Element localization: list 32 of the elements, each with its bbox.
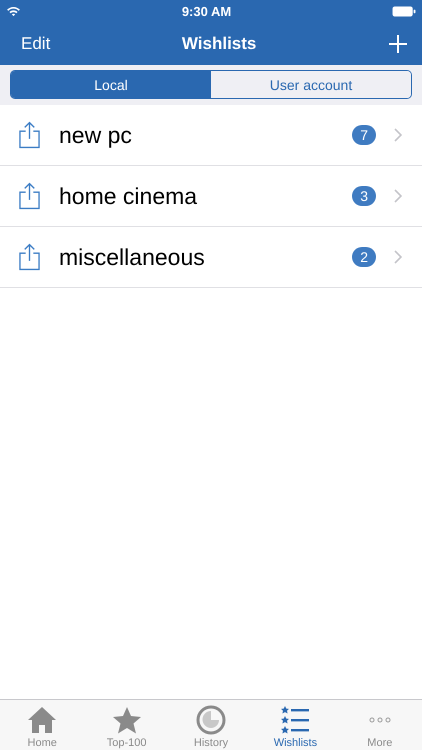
item-count: 2 bbox=[352, 247, 376, 267]
more-icon bbox=[368, 717, 391, 723]
chevron-icon bbox=[394, 128, 402, 142]
tab-bar-item[interactable]: More bbox=[338, 700, 422, 750]
wishlist-row[interactable]: home cinema 3 bbox=[0, 166, 422, 227]
segment-tab[interactable]: Local bbox=[11, 71, 211, 98]
item-count: 7 bbox=[352, 125, 376, 145]
clock-icon bbox=[196, 705, 226, 735]
star-icon bbox=[112, 705, 142, 735]
tab-bar-item[interactable]: History bbox=[168, 700, 254, 750]
tab-bar-item[interactable]: Top-100 bbox=[84, 700, 169, 750]
item-count: 3 bbox=[352, 186, 376, 206]
wishlist-row[interactable]: new pc 7 bbox=[0, 105, 422, 166]
starred-list-icon bbox=[280, 705, 310, 735]
chevron-icon bbox=[394, 250, 402, 264]
wishlist-name: home cinema bbox=[59, 182, 198, 210]
tab-bar-item[interactable]: Home bbox=[0, 700, 84, 750]
battery-icon bbox=[392, 6, 416, 16]
wishlist-name: miscellaneous bbox=[59, 244, 206, 270]
edit-button[interactable]: Edit bbox=[21, 34, 50, 54]
wishlist-row[interactable]: miscellaneous 2 bbox=[0, 227, 422, 288]
screen-title: Wishlists bbox=[182, 34, 256, 54]
status-time: 9:30 AM bbox=[182, 4, 232, 18]
wifi-icon bbox=[6, 6, 21, 16]
share-icon[interactable] bbox=[19, 121, 40, 149]
add-icon[interactable] bbox=[388, 34, 408, 54]
chevron-icon bbox=[394, 189, 402, 203]
wishlist-name: new pc bbox=[59, 122, 133, 148]
home-icon bbox=[27, 705, 58, 735]
share-icon[interactable] bbox=[19, 182, 40, 210]
share-icon[interactable] bbox=[19, 243, 40, 271]
tab-bar-item[interactable]: Wishlists bbox=[253, 700, 338, 750]
